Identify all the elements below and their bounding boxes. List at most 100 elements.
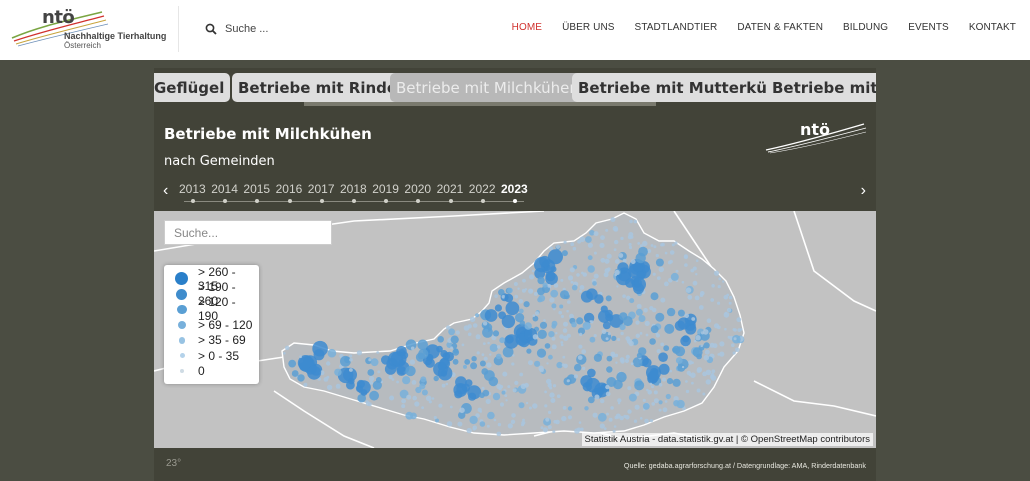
municipality-dot[interactable] (561, 250, 568, 257)
municipality-dot[interactable] (411, 380, 417, 385)
municipality-dot[interactable] (479, 410, 482, 413)
municipality-dot[interactable] (727, 335, 731, 339)
municipality-dot[interactable] (468, 392, 477, 401)
municipality-dot[interactable] (367, 369, 375, 376)
municipality-dot[interactable] (495, 353, 502, 360)
municipality-dot[interactable] (537, 297, 543, 303)
municipality-dot[interactable] (489, 353, 492, 356)
municipality-dot[interactable] (717, 285, 721, 289)
municipality-dot[interactable] (523, 301, 530, 308)
municipality-dot[interactable] (375, 377, 382, 383)
municipality-dot[interactable] (486, 424, 490, 428)
municipality-dot[interactable] (644, 418, 649, 424)
municipality-dot[interactable] (548, 354, 553, 360)
municipality-dot[interactable] (537, 287, 545, 296)
municipality-dot[interactable] (401, 398, 406, 404)
municipality-dot[interactable] (706, 318, 712, 323)
municipality-dot[interactable] (600, 257, 606, 263)
municipality-dot[interactable] (582, 272, 587, 277)
municipality-dot[interactable] (663, 345, 670, 352)
municipality-dot[interactable] (365, 401, 371, 406)
municipality-dot[interactable] (303, 382, 308, 387)
municipality-dot[interactable] (401, 404, 406, 409)
municipality-dot[interactable] (532, 403, 538, 409)
municipality-dot[interactable] (507, 423, 513, 429)
municipality-dot[interactable] (479, 360, 486, 367)
municipality-dot[interactable] (475, 313, 480, 318)
municipality-dot[interactable] (475, 334, 481, 340)
municipality-dot[interactable] (543, 319, 546, 322)
municipality-dot[interactable] (642, 398, 646, 402)
municipality-dot[interactable] (710, 298, 715, 302)
municipality-dot[interactable] (692, 347, 703, 358)
municipality-dot[interactable] (542, 427, 548, 433)
municipality-dot[interactable] (514, 294, 519, 299)
municipality-dot[interactable] (650, 292, 659, 301)
year-2022[interactable]: 2022 (469, 182, 496, 196)
municipality-dot[interactable] (584, 406, 589, 411)
municipality-dot[interactable] (691, 317, 696, 321)
municipality-dot[interactable] (349, 368, 353, 372)
municipality-dot[interactable] (437, 361, 447, 371)
municipality-dot[interactable] (653, 398, 659, 404)
municipality-dot[interactable] (610, 406, 614, 410)
municipality-dot[interactable] (605, 337, 609, 341)
municipality-dot[interactable] (528, 360, 533, 366)
municipality-dot[interactable] (585, 377, 601, 393)
municipality-dot[interactable] (717, 301, 721, 305)
municipality-dot[interactable] (613, 248, 617, 252)
year-2020[interactable]: 2020 (404, 182, 431, 196)
municipality-dot[interactable] (499, 337, 506, 344)
municipality-dot[interactable] (642, 402, 650, 410)
municipality-dot[interactable] (551, 336, 556, 341)
municipality-dot[interactable] (327, 348, 337, 358)
municipality-dot[interactable] (469, 415, 478, 425)
municipality-dot[interactable] (656, 349, 661, 354)
municipality-dot[interactable] (608, 417, 613, 422)
municipality-dot[interactable] (606, 355, 613, 362)
municipality-dot[interactable] (670, 272, 679, 281)
municipality-dot[interactable] (307, 365, 322, 380)
municipality-dot[interactable] (326, 384, 333, 391)
municipality-dot[interactable] (545, 271, 556, 282)
municipality-dot[interactable] (412, 395, 418, 401)
municipality-dot[interactable] (736, 317, 742, 323)
municipality-dot[interactable] (649, 338, 656, 345)
municipality-dot[interactable] (562, 355, 566, 359)
municipality-dot[interactable] (582, 366, 586, 371)
municipality-dot[interactable] (497, 422, 502, 427)
municipality-dot[interactable] (540, 426, 544, 430)
municipality-dot[interactable] (622, 294, 626, 298)
municipality-dot[interactable] (635, 333, 640, 338)
municipality-dot[interactable] (381, 355, 391, 365)
municipality-dot[interactable] (579, 289, 583, 293)
municipality-dot[interactable] (607, 332, 611, 336)
municipality-dot[interactable] (534, 311, 540, 316)
municipality-dot[interactable] (562, 406, 567, 410)
municipality-dot[interactable] (470, 362, 478, 370)
municipality-dot[interactable] (496, 345, 501, 349)
municipality-dot[interactable] (582, 321, 591, 330)
municipality-dot[interactable] (600, 235, 605, 240)
municipality-dot[interactable] (605, 228, 609, 232)
municipality-dot[interactable] (723, 312, 730, 318)
municipality-dot[interactable] (377, 370, 381, 374)
municipality-dot[interactable] (571, 321, 577, 328)
municipality-dot[interactable] (522, 278, 526, 283)
map-attribution[interactable]: Statistik Austria - data.statistik.gv.at… (581, 433, 873, 446)
municipality-dot[interactable] (635, 308, 643, 316)
municipality-dot[interactable] (593, 334, 597, 338)
municipality-dot[interactable] (433, 375, 439, 382)
municipality-dot[interactable] (561, 363, 565, 367)
municipality-dot[interactable] (577, 239, 581, 244)
municipality-dot[interactable] (593, 251, 597, 255)
municipality-dot[interactable] (579, 285, 585, 290)
municipality-dot[interactable] (611, 335, 617, 341)
municipality-dot[interactable] (431, 397, 435, 400)
municipality-dot[interactable] (673, 400, 680, 407)
municipality-dot[interactable] (649, 419, 653, 423)
municipality-dot[interactable] (550, 289, 559, 298)
municipality-dot[interactable] (633, 219, 638, 224)
municipality-dot[interactable] (698, 305, 704, 310)
municipality-dot[interactable] (400, 351, 409, 360)
